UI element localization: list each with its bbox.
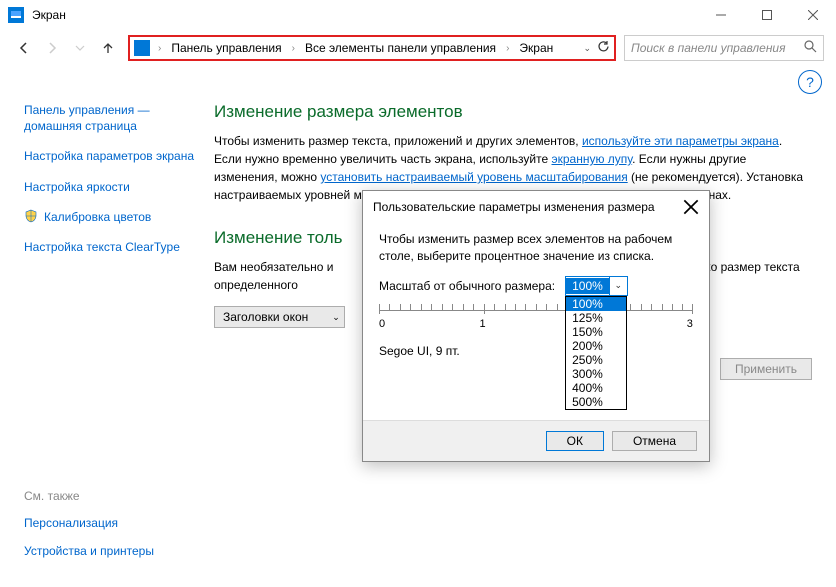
cancel-button[interactable]: Отмена <box>612 431 697 451</box>
dropdown-option[interactable]: 150% <box>566 325 626 339</box>
location-icon <box>134 40 150 56</box>
page-heading: Изменение размера элементов <box>214 102 812 122</box>
window-title: Экран <box>32 8 66 22</box>
recent-dropdown[interactable] <box>68 36 92 60</box>
chevron-right-icon: › <box>502 43 513 54</box>
dialog-description: Чтобы изменить размер всех элементов на … <box>379 231 693 266</box>
back-button[interactable] <box>12 36 36 60</box>
help-icon[interactable]: ? <box>798 70 822 94</box>
chevron-right-icon: › <box>154 43 165 54</box>
app-icon <box>8 7 24 23</box>
address-bar[interactable]: › Панель управления › Все элементы панел… <box>128 35 616 61</box>
sidebar-item-calibrate[interactable]: Калибровка цветов <box>24 209 198 225</box>
chevron-right-icon: › <box>288 43 299 54</box>
ok-button[interactable]: ОК <box>546 431 604 451</box>
search-icon <box>804 40 817 56</box>
minimize-button[interactable] <box>698 0 744 30</box>
forward-button[interactable] <box>40 36 64 60</box>
shield-icon <box>24 209 38 223</box>
chevron-down-icon[interactable]: ⌄ <box>583 43 591 54</box>
sidebar-item-display-settings[interactable]: Настройка параметров экрана <box>24 148 198 164</box>
link-magnifier[interactable]: экранную лупу <box>552 152 633 166</box>
breadcrumb-item[interactable]: Панель управления <box>169 41 283 55</box>
dropdown-option[interactable]: 200% <box>566 339 626 353</box>
ruler[interactable]: 0 1 2 3 <box>379 304 693 340</box>
dropdown-option[interactable]: 125% <box>566 311 626 325</box>
chevron-down-icon: ⌄ <box>332 312 340 323</box>
dialog-title: Пользовательские параметры изменения раз… <box>373 200 655 214</box>
dropdown-option[interactable]: 100% <box>566 297 626 311</box>
apply-button[interactable]: Применить <box>720 358 812 380</box>
sidebar-item-brightness[interactable]: Настройка яркости <box>24 179 198 195</box>
breadcrumb-item[interactable]: Все элементы панели управления <box>303 41 498 55</box>
scale-label: Масштаб от обычного размера: <box>379 279 555 293</box>
link-personalization[interactable]: Персонализация <box>24 515 154 531</box>
ruler-label: 0 <box>379 318 385 330</box>
see-also: См. также Персонализация Устройства и пр… <box>24 489 154 571</box>
ruler-label: 3 <box>687 318 693 330</box>
chevron-down-icon[interactable]: ⌄ <box>609 277 627 295</box>
breadcrumb-item[interactable]: Экран <box>517 41 555 55</box>
search-input[interactable]: Поиск в панели управления <box>624 35 824 61</box>
maximize-button[interactable] <box>744 0 790 30</box>
dialog-titlebar: Пользовательские параметры изменения раз… <box>363 191 709 223</box>
scale-dropdown: 100% 125% 150% 200% 250% 300% 400% 500% <box>565 296 627 410</box>
ruler-label: 1 <box>479 318 485 330</box>
refresh-icon[interactable] <box>597 40 610 56</box>
dropdown-option[interactable]: 250% <box>566 353 626 367</box>
see-also-header: См. также <box>24 489 154 503</box>
custom-scaling-dialog: Пользовательские параметры изменения раз… <box>362 190 710 462</box>
link-display-params[interactable]: используйте эти параметры экрана <box>582 134 779 148</box>
sidebar-item-cleartype[interactable]: Настройка текста ClearType <box>24 239 198 255</box>
dropdown-option[interactable]: 500% <box>566 395 626 409</box>
title-font-combo[interactable]: Заголовки окон⌄ <box>214 306 345 328</box>
scale-value: 100% <box>566 278 609 294</box>
link-devices[interactable]: Устройства и принтеры <box>24 543 154 559</box>
navbar: › Панель управления › Все элементы панел… <box>0 30 836 66</box>
titlebar: Экран <box>0 0 836 30</box>
sidebar: Панель управления — домашняя страница На… <box>24 102 214 380</box>
dropdown-option[interactable]: 300% <box>566 367 626 381</box>
close-button[interactable] <box>790 0 836 30</box>
sidebar-item-home[interactable]: Панель управления — домашняя страница <box>24 102 198 134</box>
dropdown-option[interactable]: 400% <box>566 381 626 395</box>
up-button[interactable] <box>96 36 120 60</box>
link-custom-scaling[interactable]: установить настраиваемый уровень масштаб… <box>320 170 627 184</box>
search-placeholder: Поиск в панели управления <box>631 41 804 55</box>
font-sample: Segoe UI, 9 пт. <box>379 344 693 358</box>
scale-combo[interactable]: 100% ⌄ 100% 125% 150% 200% 250% 300% 400… <box>565 276 628 296</box>
close-icon[interactable] <box>683 199 699 215</box>
